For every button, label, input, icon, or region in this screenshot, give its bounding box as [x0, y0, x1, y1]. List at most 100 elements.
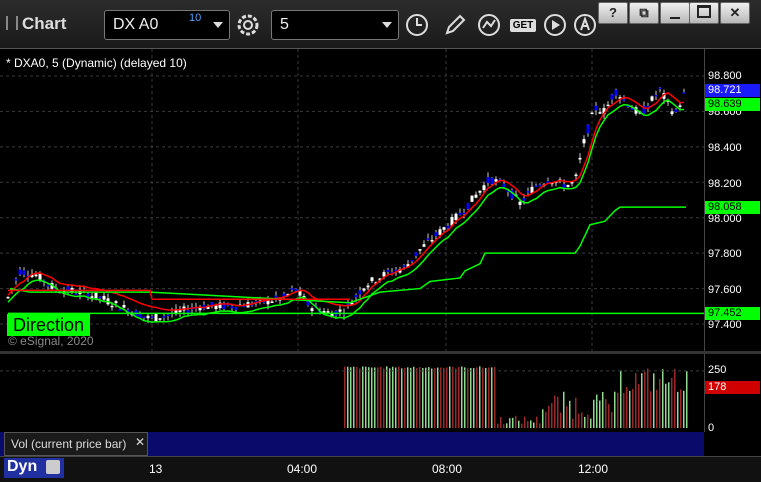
volume-bar [488, 367, 490, 428]
volume-bar [572, 418, 574, 428]
volume-bar [518, 420, 520, 428]
volume-bar [404, 367, 406, 428]
volume-bar [560, 412, 562, 428]
volume-bar [449, 366, 451, 428]
volume-bar [632, 389, 634, 428]
volume-bar [635, 373, 637, 428]
volume-bar [512, 417, 514, 428]
volume-bar [362, 366, 364, 428]
volume-bar [608, 404, 610, 428]
volume-bar [605, 399, 607, 428]
volume-bar [566, 406, 568, 428]
volume-bar [557, 396, 559, 428]
volume-tick: 250 [708, 364, 727, 376]
volume-bar [680, 389, 682, 428]
volume-bar [410, 367, 412, 428]
time-tick: 13 [149, 462, 163, 476]
volume-svg [0, 366, 704, 428]
volume-bar [365, 366, 367, 428]
volume-bar [356, 366, 358, 428]
volume-bar [503, 424, 505, 428]
volume-bar [446, 367, 448, 428]
volume-bar [416, 368, 418, 428]
volume-bar [611, 411, 613, 428]
volume-badge: 178 [705, 381, 760, 394]
volume-bar [470, 368, 472, 428]
volume-study-tab[interactable]: Vol (current price bar) ✕ [4, 432, 148, 456]
volume-bar [578, 413, 580, 428]
volume-bar [413, 366, 415, 428]
volume-bar [485, 368, 487, 428]
volume-bar [521, 423, 523, 428]
volume-bar [425, 367, 427, 428]
volume-bar [548, 405, 550, 428]
volume-bar [686, 371, 688, 428]
dyn-button[interactable]: Dyn [4, 458, 64, 478]
time-tick: 12:00 [578, 462, 609, 476]
volume-bar [575, 397, 577, 428]
volume-bar [473, 368, 475, 428]
volume-bar [383, 368, 385, 428]
volume-bar [530, 420, 532, 428]
volume-bar [623, 392, 625, 428]
volume-bar [506, 423, 508, 428]
close-icon[interactable]: ✕ [135, 435, 145, 449]
volume-bar [665, 383, 667, 428]
volume-bar [398, 366, 400, 428]
volume-bar [533, 422, 535, 428]
volume-bar [599, 400, 601, 428]
volume-bar [482, 367, 484, 428]
volume-bar [653, 373, 655, 428]
volume-bar [671, 377, 673, 428]
volume-bar [554, 395, 556, 428]
volume-bar [344, 366, 346, 428]
volume-bar [368, 367, 370, 428]
volume-bar [395, 367, 397, 428]
volume-bar [455, 368, 457, 428]
volume-bar [392, 366, 394, 428]
volume-bar [545, 411, 547, 428]
volume-bar [386, 366, 388, 428]
volume-bar [419, 367, 421, 428]
volume-bar [524, 416, 526, 428]
volume-bar [590, 418, 592, 428]
volume-bar [584, 416, 586, 428]
volume-bar [596, 394, 598, 428]
volume-bar [683, 390, 685, 428]
volume-bar [500, 416, 502, 428]
volume-bar [650, 391, 652, 428]
volume-bar [437, 367, 439, 428]
volume-bar [374, 367, 376, 428]
volume-bar [539, 423, 541, 428]
volume-bar [542, 409, 544, 428]
volume-bar [614, 391, 616, 428]
volume-bar [668, 382, 670, 428]
volume-bar [347, 366, 349, 428]
volume-bar [641, 373, 643, 428]
lock-icon[interactable] [46, 460, 60, 474]
volume-bar [659, 378, 661, 428]
volume-bar [617, 392, 619, 428]
volume-study-label: Vol (current price bar) [11, 437, 127, 451]
volume-bar [569, 400, 571, 428]
dyn-label: Dyn [7, 458, 38, 475]
volume-bar [431, 368, 433, 428]
time-tick: 08:00 [432, 462, 463, 476]
volume-bar [350, 367, 352, 428]
volume-bar [626, 386, 628, 428]
volume-bar [677, 391, 679, 428]
time-axis[interactable] [0, 456, 761, 482]
volume-bar [461, 366, 463, 428]
volume-bar [467, 368, 469, 428]
volume-bar [380, 366, 382, 428]
volume-bar [443, 367, 445, 428]
volume-bar [353, 366, 355, 428]
volume-bar [662, 369, 664, 428]
volume-bar [479, 366, 481, 428]
volume-bar [647, 368, 649, 428]
volume-bar [428, 367, 430, 428]
volume-bar [491, 367, 493, 428]
volume-bar [674, 368, 676, 428]
volume-bar [644, 371, 646, 428]
volume-bar [515, 415, 517, 428]
